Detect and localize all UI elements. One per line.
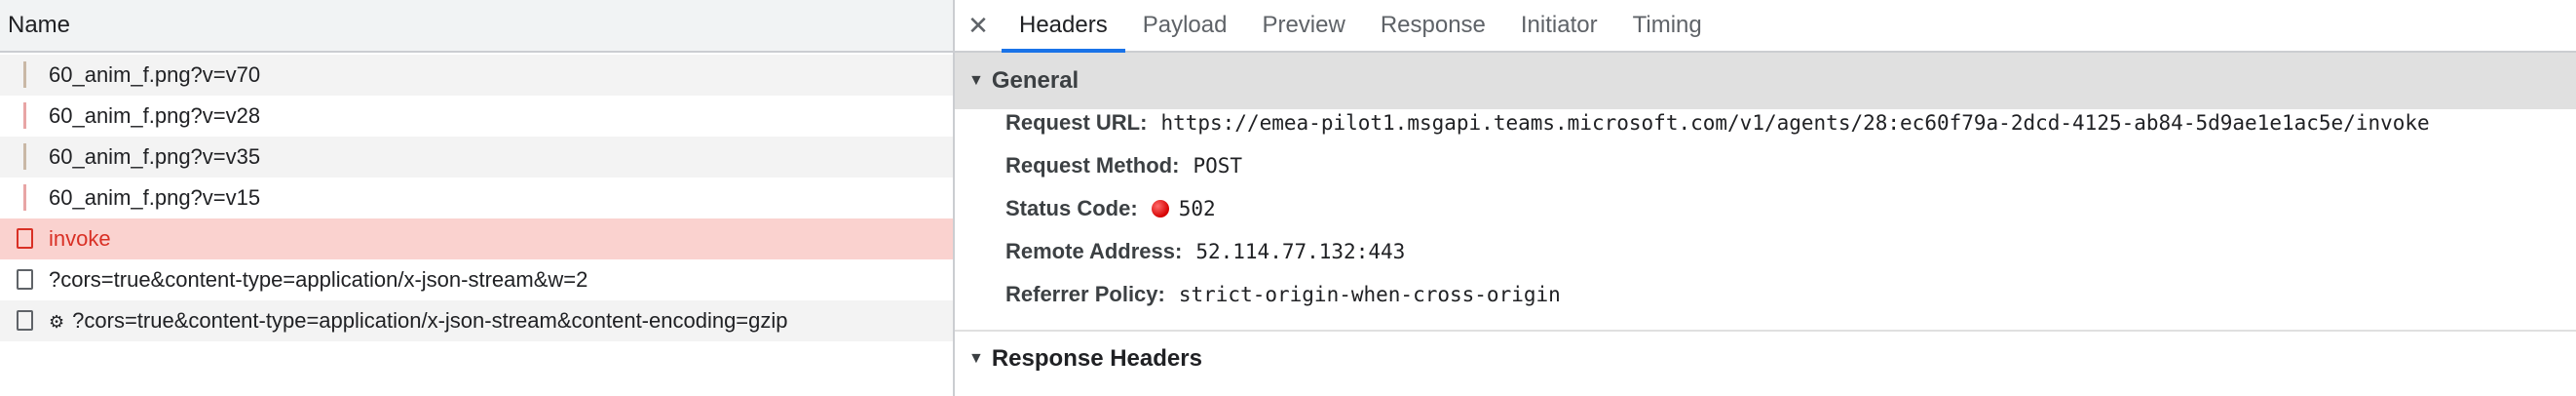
response-headers-section-header[interactable]: ▼ Response Headers [955, 332, 2576, 386]
field-label: Status Code: [1005, 196, 1138, 220]
request-name: invoke [49, 226, 111, 251]
field-label: Request Method: [1005, 153, 1180, 178]
tab-response[interactable]: Response [1363, 0, 1503, 51]
general-section-header[interactable]: ▼ General [955, 53, 2576, 109]
image-type-marker-icon [23, 102, 26, 129]
status-code-row: Status Code: 502 [1005, 196, 1216, 221]
referrer-policy-row: Referrer Policy: strict-origin-when-cros… [1005, 282, 1561, 307]
request-row[interactable]: ?cors=true&content-type=application/x-js… [0, 259, 953, 300]
image-type-marker-icon [23, 143, 26, 170]
request-method-row: Request Method: POST [1005, 153, 1242, 178]
request-row[interactable]: 60_anim_f.png?v=v15 [0, 178, 953, 218]
request-name: 60_anim_f.png?v=v15 [49, 185, 261, 210]
document-icon [17, 269, 33, 290]
tab-label: Timing [1632, 12, 1702, 38]
tab-headers[interactable]: Headers [1002, 0, 1125, 53]
field-value[interactable]: 502 [1179, 197, 1216, 220]
field-label: Remote Address: [1005, 239, 1183, 263]
request-name: ?cors=true&content-type=application/x-js… [72, 308, 788, 333]
document-icon [17, 228, 33, 249]
request-name: 60_anim_f.png?v=v35 [49, 144, 261, 169]
triangle-down-icon: ▼ [968, 72, 984, 89]
field-label: Referrer Policy: [1005, 282, 1165, 306]
field-value[interactable]: strict-origin-when-cross-origin [1179, 283, 1561, 306]
request-name: 60_anim_f.png?v=v28 [49, 103, 261, 128]
tab-label: Payload [1142, 12, 1228, 38]
section-title: General [991, 67, 1080, 94]
request-name: 60_anim_f.png?v=v70 [49, 62, 261, 87]
request-url-row: Request URL: https://emea-pilot1.msgapi.… [1005, 110, 2430, 136]
image-type-marker-icon [23, 61, 26, 88]
request-details-pane: ✕ Headers Payload Preview Response Initi… [955, 0, 2576, 396]
request-name-wrapper: ⚙ ?cors=true&content-type=application/x-j… [49, 300, 788, 342]
remote-address-row: Remote Address: 52.114.77.132:443 [1005, 239, 1405, 264]
field-value[interactable]: POST [1193, 154, 1242, 178]
close-icon[interactable]: ✕ [955, 0, 1002, 51]
tab-label: Preview [1262, 12, 1345, 38]
tab-preview[interactable]: Preview [1244, 0, 1362, 51]
status-error-icon [1151, 200, 1169, 218]
request-row-selected[interactable]: invoke [0, 218, 953, 259]
field-value[interactable]: 52.114.77.132:443 [1195, 240, 1405, 263]
details-tab-bar: ✕ Headers Payload Preview Response Initi… [955, 0, 2576, 53]
triangle-down-icon: ▼ [968, 350, 984, 367]
request-list-pane: Name 60_anim_f.png?v=v70 60_anim_f.png?v… [0, 0, 955, 396]
image-type-marker-icon [23, 184, 26, 211]
document-icon [17, 310, 33, 331]
name-column-label: Name [8, 12, 71, 38]
request-row[interactable]: ⚙ ?cors=true&content-type=application/x-j… [0, 300, 953, 341]
name-column-header[interactable]: Name [0, 0, 953, 53]
gear-icon: ⚙ [49, 312, 65, 332]
field-label: Request URL: [1005, 110, 1148, 135]
request-row[interactable]: 60_anim_f.png?v=v28 [0, 96, 953, 137]
section-title: Response Headers [991, 345, 1202, 372]
request-name: ?cors=true&content-type=application/x-js… [49, 267, 588, 292]
tab-payload[interactable]: Payload [1125, 0, 1245, 51]
tab-label: Response [1380, 12, 1486, 38]
tab-timing[interactable]: Timing [1615, 0, 1720, 51]
tab-label: Initiator [1520, 12, 1598, 38]
tab-label: Headers [1019, 12, 1108, 38]
field-value[interactable]: https://emea-pilot1.msgapi.teams.microso… [1160, 111, 2429, 135]
request-row[interactable]: 60_anim_f.png?v=v70 [0, 55, 953, 96]
tab-initiator[interactable]: Initiator [1503, 0, 1615, 51]
request-row[interactable]: 60_anim_f.png?v=v35 [0, 137, 953, 178]
